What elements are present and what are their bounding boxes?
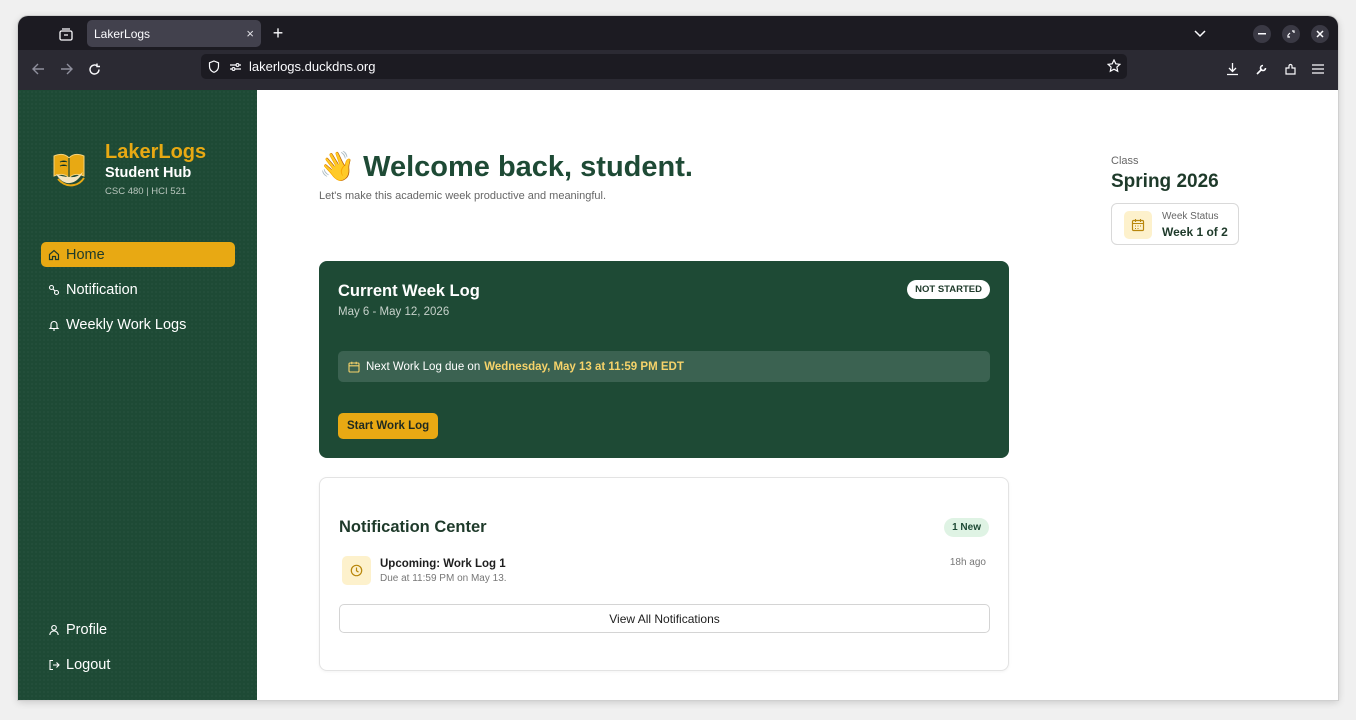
tab-bar: LakerLogs × + [18,16,1338,50]
due-prefix: Next Work Log due on [366,360,481,373]
status-badge: NOT STARTED [907,280,990,299]
reload-icon[interactable] [86,61,102,77]
waving-hand-icon: 👋 [319,151,356,183]
sidebar-item-profile[interactable]: Profile [41,617,235,642]
site-permissions-icon[interactable] [229,62,242,72]
shield-icon[interactable] [208,60,220,73]
week-status-value: Week 1 of 2 [1162,225,1228,239]
tab-manager-icon[interactable] [58,26,74,42]
sidebar-item-label: Profile [66,621,108,638]
sidebar-item-label: Home [66,246,105,263]
page-title: 👋 Welcome back, student. [319,150,693,184]
due-date-banner: Next Work Log due on Wednesday, May 13 a… [338,351,990,382]
notification-icon [47,283,61,297]
main-content: 👋 Welcome back, student. Let's make this… [257,90,1338,700]
sidebar: LakerLogs Student Hub CSC 480 | HCI 521 … [18,90,257,700]
browser-window: LakerLogs × + lakerlogs.duckdns.org Lake… [18,16,1338,700]
start-work-log-button[interactable]: Start Work Log [338,413,439,439]
sidebar-item-label: Notification [66,281,138,298]
sidebar-item-logout[interactable]: Logout [41,652,235,677]
calendar-icon [348,361,360,373]
forward-icon[interactable] [58,61,74,77]
downloads-icon[interactable] [1224,61,1240,77]
week-dates: May 6 - May 12, 2026 [338,306,450,318]
calendar-icon [1124,211,1152,239]
tagline: Let's make this academic week productive… [319,190,607,202]
class-label: Class [1111,155,1139,167]
new-count-badge: 1 New [944,518,989,537]
week-status-label: Week Status [1162,211,1219,222]
notification-title[interactable]: Upcoming: Work Log 1 [380,558,506,570]
view-all-notifications-button[interactable]: View All Notifications [339,604,990,633]
tab-close-icon[interactable]: × [246,26,254,41]
minimize-icon[interactable] [1253,25,1271,43]
menu-icon[interactable] [1310,61,1326,77]
sidebar-item-home[interactable]: Home [41,242,235,267]
notification-time: 18h ago [949,557,986,568]
sidebar-item-label: Weekly Work Logs [66,316,187,333]
bookmark-star-icon[interactable] [1107,59,1121,73]
tab-list-chevron-icon[interactable] [1192,26,1208,42]
brand-name: LakerLogs [105,141,207,163]
card-title: Current Week Log [338,282,480,300]
card-title: Notification Center [339,518,487,536]
url-bar[interactable]: lakerlogs.duckdns.org [201,54,1127,79]
extensions-icon[interactable] [1282,61,1298,77]
sidebar-item-label: Logout [66,656,111,673]
back-icon[interactable] [30,61,46,77]
navigation-bar: lakerlogs.duckdns.org [18,50,1338,90]
week-status-card: Week Status Week 1 of 2 [1111,203,1239,245]
notification-center-card: Notification Center 1 New Upcoming: Work… [319,477,1009,671]
logout-icon [47,658,61,672]
current-week-log-card: Current Week Log May 6 - May 12, 2026 NO… [319,261,1009,458]
new-tab-button[interactable]: + [270,23,286,43]
laker-logo-icon [50,150,88,190]
restore-icon[interactable] [1282,25,1300,43]
class-value: Spring 2026 [1111,171,1219,192]
url-text[interactable]: lakerlogs.duckdns.org [249,59,375,74]
close-window-icon[interactable] [1311,25,1329,43]
sidebar-item-notification[interactable]: Notification [41,277,235,302]
tab-title: LakerLogs [94,26,151,41]
browser-tab-active[interactable]: LakerLogs × [87,20,261,47]
user-icon [47,623,61,637]
due-date-highlight: Wednesday, May 13 at 11:59 PM EDT [484,360,684,373]
welcome-text: Welcome back, student. [363,150,693,183]
bell-icon [47,318,61,332]
home-icon [47,248,61,262]
notification-detail: Due at 11:59 PM on May 13. [380,573,507,584]
sidebar-item-weekly-work-logs[interactable]: Weekly Work Logs [41,312,235,337]
wrench-icon[interactable] [1253,61,1269,77]
clock-icon [342,556,371,585]
course-codes: CSC 480 | HCI 521 [105,186,187,197]
brand-subtitle: Student Hub [105,165,192,181]
